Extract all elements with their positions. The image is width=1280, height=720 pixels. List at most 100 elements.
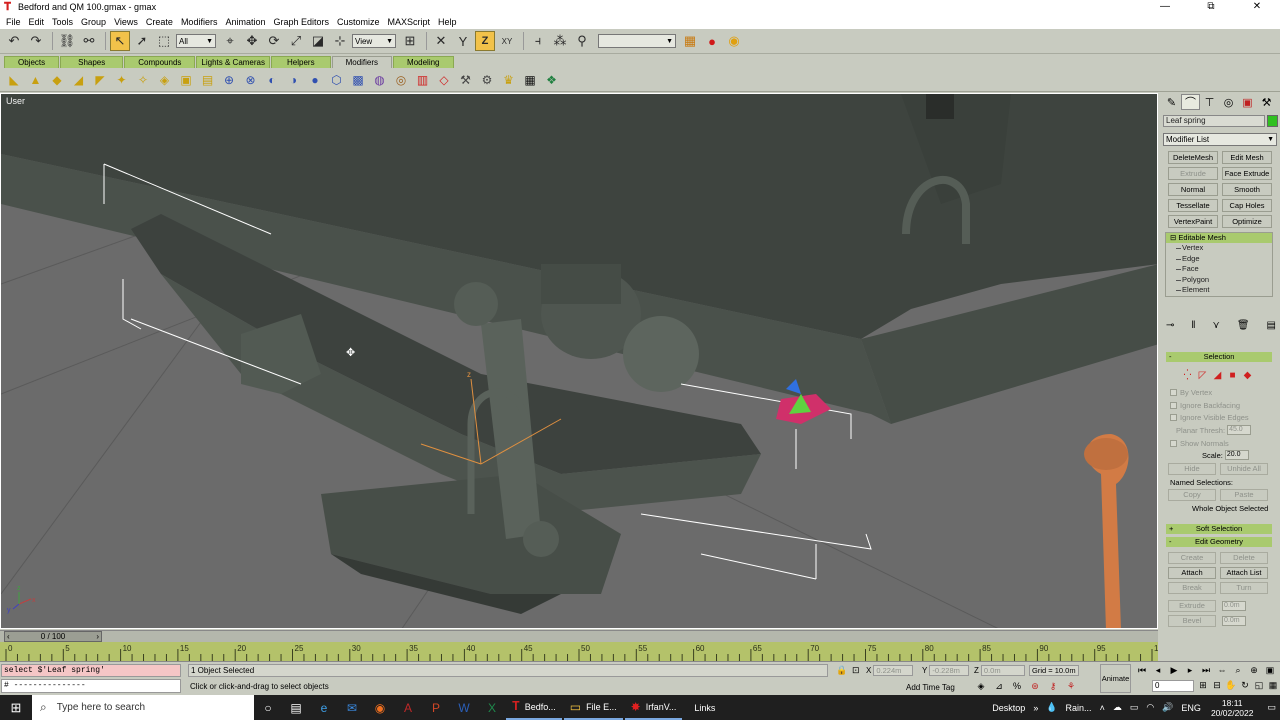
sphere-icon[interactable]: ● <box>305 70 325 90</box>
taskbar-app-irfanview[interactable]: ✸ IrfanV... <box>624 695 683 720</box>
menu-help[interactable]: Help <box>434 17 461 27</box>
wifi-icon[interactable]: ◠ <box>1142 702 1158 713</box>
menu-create[interactable]: Create <box>142 17 177 27</box>
snap-toggle-icon[interactable]: ◈ <box>972 681 990 692</box>
bend-icon[interactable]: ◣ <box>4 70 24 90</box>
soft-selection-rollout-header[interactable]: + Soft Selection <box>1166 524 1272 534</box>
zoom-extents-icon[interactable]: ▣ <box>1262 665 1278 676</box>
attach-button[interactable]: Attach <box>1168 567 1216 579</box>
object-name-field[interactable]: Leaf spring <box>1163 115 1265 127</box>
push-icon[interactable]: ⚙ <box>477 70 497 90</box>
extrude-spinner[interactable]: 0.0m <box>1220 601 1246 611</box>
vertex-paint-icon[interactable]: ❖ <box>542 70 562 90</box>
array-icon[interactable]: ⁂ <box>550 31 570 51</box>
taper-icon[interactable]: ▲ <box>26 70 46 90</box>
ripple-icon[interactable]: ▣ <box>176 70 196 90</box>
time-slider-thumb[interactable]: ‹ 0 / 100 › <box>4 631 102 642</box>
mesh-select-icon[interactable]: ◐ <box>262 70 282 90</box>
access-icon[interactable]: A <box>394 695 422 720</box>
menu-graph-editors[interactable]: Graph Editors <box>269 17 333 27</box>
cloud-icon[interactable]: ☁ <box>1109 702 1126 713</box>
viewport-label[interactable]: User <box>6 96 25 106</box>
set-key-icon[interactable]: ⚘ <box>1062 681 1080 692</box>
normal-button[interactable]: Normal <box>1168 183 1218 196</box>
align-icon[interactable]: ⚲ <box>572 31 592 51</box>
undo-icon[interactable]: ↶ <box>4 31 24 51</box>
use-pivot-center-icon[interactable]: ⊞ <box>400 31 420 51</box>
select-and-link-icon[interactable]: ⛓ <box>57 31 77 51</box>
select-and-scale-icon[interactable]: ⤢ <box>286 31 306 51</box>
zoom-all-icon[interactable]: ⊕ <box>1246 665 1262 676</box>
skew-icon[interactable]: ▤ <box>198 70 218 90</box>
tab-lights-cameras[interactable]: Lights & Cameras <box>196 56 270 68</box>
track-bar[interactable]: 0 5 10 15 20 25 30 35 40 45 50 55 60 65 70 75 80 85 90 95 10… <box>0 642 1158 661</box>
turn-button[interactable]: Turn <box>1220 582 1268 594</box>
menu-file[interactable]: File <box>2 17 25 27</box>
taskbar-app-file-explorer[interactable]: ▭ File E... <box>563 695 623 720</box>
stack-subitem-edge[interactable]: Edge <box>1166 254 1272 265</box>
cap-holes-button[interactable]: Cap Holes <box>1222 199 1272 212</box>
remove-modifier-icon[interactable]: 🗑 <box>1237 320 1250 331</box>
task-view-icon[interactable]: ○ <box>254 695 282 720</box>
volume-icon[interactable]: 🔊 <box>1158 702 1177 713</box>
current-frame-field[interactable]: 0 <box>1152 680 1194 692</box>
z-field[interactable]: 0.0m <box>980 665 1025 676</box>
menu-tools[interactable]: Tools <box>48 17 77 27</box>
display-tab-icon[interactable]: ▣ <box>1238 94 1257 110</box>
make-unique-icon[interactable]: ⋎ <box>1213 320 1220 331</box>
unhide-all-button[interactable]: Unhide All <box>1220 463 1268 475</box>
extrude-field[interactable]: 0.0m <box>1222 601 1246 611</box>
planar-thresh-field[interactable]: 45.0 <box>1227 425 1252 435</box>
time-config-icon[interactable]: ⊞ <box>1196 679 1210 691</box>
restrict-y-icon[interactable]: Y <box>453 31 473 51</box>
zoom-icon[interactable]: ⌕ <box>1230 665 1246 676</box>
weather-label[interactable]: Rain... <box>1062 703 1096 713</box>
show-end-result-icon[interactable]: ‖ <box>1191 320 1195 331</box>
create-tab-icon[interactable]: ✎ <box>1162 94 1181 110</box>
slice-icon[interactable]: ⚒ <box>456 70 476 90</box>
restrict-xy-icon[interactable]: XY <box>497 31 517 51</box>
store-icon[interactable]: ▤ <box>282 695 310 720</box>
clock[interactable]: 18:11 20/02/2022 <box>1205 698 1264 718</box>
delete-button[interactable]: Delete <box>1220 552 1268 564</box>
tab-helpers[interactable]: Helpers <box>271 56 331 68</box>
scale-spinner[interactable]: Scale: 20.0 <box>1202 450 1249 460</box>
tessellate-button[interactable]: Tessellate <box>1168 199 1218 212</box>
ignore-visible-edges-checkbox[interactable]: Ignore Visible Edges <box>1170 413 1249 422</box>
scale-field[interactable]: 20.0 <box>1224 450 1249 460</box>
menu-edit[interactable]: Edit <box>25 17 49 27</box>
select-by-name-icon[interactable]: ➚ <box>132 31 152 51</box>
menu-modifiers[interactable]: Modifiers <box>177 17 222 27</box>
redo-icon[interactable]: ↷ <box>26 31 46 51</box>
angle-snap-icon[interactable]: ⊿ <box>990 681 1008 692</box>
restrict-z-icon[interactable]: Z <box>475 31 495 51</box>
vertex-level-icon[interactable]: ⁛ <box>1180 369 1195 381</box>
by-vertex-checkbox[interactable]: By Vertex <box>1170 388 1212 397</box>
create-button[interactable]: Create <box>1168 552 1216 564</box>
windows-start-icon[interactable]: ⊞ <box>0 695 32 720</box>
tray-overflow-icon[interactable]: ˄ <box>1096 703 1109 713</box>
hierarchy-tab-icon[interactable]: ⊤ <box>1200 94 1219 110</box>
field-of-view-icon[interactable]: ▦ <box>1266 679 1280 691</box>
hide-button[interactable]: Hide <box>1168 463 1216 475</box>
menu-group[interactable]: Group <box>77 17 110 27</box>
pan-icon[interactable]: ✋ <box>1224 679 1238 691</box>
restore-button[interactable]: ⧉ <box>1188 0 1234 14</box>
checker-map-icon[interactable]: ▦ <box>520 70 540 90</box>
tab-compounds[interactable]: Compounds <box>124 56 196 68</box>
uvw-map-icon[interactable]: ⊕ <box>219 70 239 90</box>
reference-coordinate-dropdown[interactable]: View ▼ <box>352 34 396 48</box>
language-indicator[interactable]: ENG <box>1177 703 1205 713</box>
powerpoint-icon[interactable]: P <box>422 695 450 720</box>
paste-button[interactable]: Paste <box>1220 489 1268 501</box>
quick-render-icon[interactable]: ◉ <box>724 31 744 51</box>
optimize-button[interactable]: Optimize <box>1222 215 1272 228</box>
mesh-smooth-icon[interactable]: ▩ <box>348 70 368 90</box>
noise-icon[interactable]: ◢ <box>69 70 89 90</box>
spinner-snap-icon[interactable]: ⊛ <box>1026 681 1044 692</box>
poly-select-icon[interactable]: ◑ <box>284 70 304 90</box>
y-field[interactable]: -0.228m <box>929 665 970 676</box>
go-to-start-icon[interactable]: ⏮ <box>1134 665 1150 676</box>
firefox-icon[interactable]: ◉ <box>366 695 394 720</box>
extrude-button[interactable]: Extrude <box>1168 167 1218 180</box>
